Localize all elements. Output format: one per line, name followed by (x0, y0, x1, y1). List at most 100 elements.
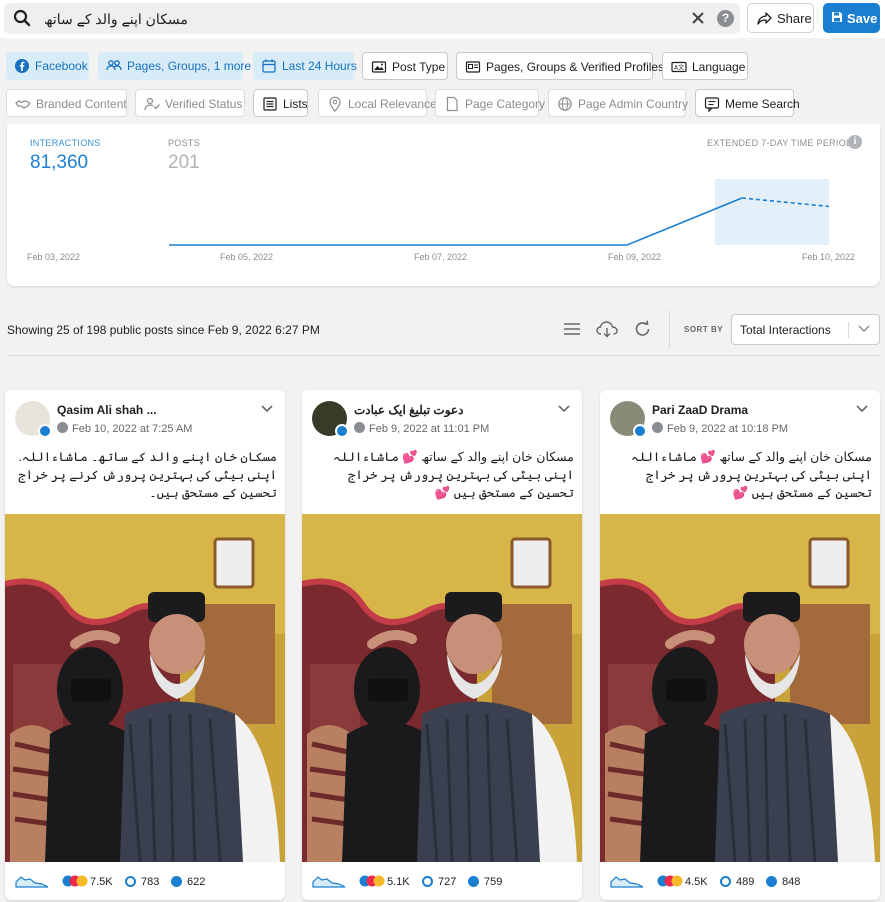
sort-by-label: SORT BY (684, 325, 724, 334)
share-icon (766, 876, 777, 887)
post-card[interactable]: Pari ZaaD Drama Feb 9, 2022 at 10:18 PM … (600, 390, 880, 900)
sparkline[interactable] (15, 874, 49, 888)
filter-verified-profiles[interactable]: Pages, Groups & Verified Profiles (456, 52, 664, 80)
globe-icon (57, 422, 68, 433)
list-icon (263, 97, 277, 111)
post-card[interactable]: Qasim Ali shah ... Feb 10, 2022 at 7:25 … (5, 390, 285, 900)
document-icon (446, 96, 458, 112)
map-pin-icon (329, 96, 341, 112)
comments-count: 727 (438, 876, 457, 888)
page-badge-icon (38, 424, 52, 438)
post-text: مسکان خان اپنے والد کے ساتھ۔ ماشاءاللہ. … (18, 450, 277, 500)
search-icon (13, 9, 31, 27)
top-bar: مسکان اپنے والد کے ساتھ ? Share Save (0, 0, 885, 38)
globe-icon (354, 422, 365, 433)
post-date[interactable]: Feb 9, 2022 at 10:18 PM (652, 422, 788, 435)
post-photo[interactable] (5, 514, 285, 862)
post-card[interactable]: دعوت تبلیغ ایک عبادت Feb 9, 2022 at 11:0… (302, 390, 582, 900)
page-badge-icon (633, 424, 647, 438)
filter-branded-content[interactable]: Branded Content (6, 89, 127, 117)
toolbar-divider (669, 310, 670, 348)
floppy-disk-icon (832, 12, 842, 22)
reactions-count: 5.1K (387, 876, 410, 888)
user-check-icon (144, 97, 160, 111)
calendar-icon (262, 59, 276, 73)
x-tick-label: Feb 10, 2022 (802, 252, 856, 262)
handshake-icon (15, 100, 31, 109)
sparkline[interactable] (312, 874, 346, 888)
page-badge-icon (335, 424, 349, 438)
x-tick-label: Feb 09, 2022 (608, 252, 662, 262)
reactions-count: 4.5K (685, 876, 708, 888)
id-card-icon (465, 61, 481, 73)
filter-local-relevance[interactable]: Local Relevance (318, 89, 437, 117)
help-icon[interactable]: ? (717, 10, 734, 27)
filter-lists[interactable]: Lists (253, 89, 308, 117)
post-text: مسکان خان اپنے والد کے ساتھ 💕 ماشاءاللہ … (332, 450, 574, 500)
comment-icon (125, 876, 136, 887)
reactions-count: 7.5K (90, 876, 113, 888)
post-text: مسکان خان اپنے والد کے ساتھ 💕 ماشاءاللہ … (630, 450, 872, 500)
chevron-down-icon[interactable] (558, 405, 570, 413)
meme-icon (704, 97, 720, 112)
share-label: Share (777, 11, 812, 26)
share-icon (468, 876, 479, 887)
shares-count: 848 (782, 876, 801, 888)
facebook-icon (15, 59, 29, 73)
share-icon (757, 12, 772, 25)
download-cloud-icon[interactable] (596, 320, 618, 338)
chevron-down-icon (858, 325, 870, 333)
share-icon (171, 876, 182, 887)
x-tick-label: Feb 07, 2022 (414, 252, 468, 262)
x-tick-label: Feb 03, 2022 (27, 252, 81, 262)
language-icon: A文 (671, 61, 687, 73)
list-view-icon[interactable] (562, 320, 582, 338)
photo-icon (371, 61, 387, 73)
globe-icon (652, 422, 663, 433)
clear-search-icon[interactable] (690, 10, 706, 26)
filter-post-type[interactable]: Post Type (362, 52, 448, 80)
comments-count: 783 (141, 876, 160, 888)
post-date[interactable]: Feb 9, 2022 at 11:01 PM (354, 422, 489, 435)
filter-page-admin-country[interactable]: Page Admin Country (548, 89, 688, 117)
extended-period-highlight (715, 179, 829, 245)
filter-language[interactable]: A文 Language (662, 52, 748, 80)
results-count: Showing 25 of 198 public posts since Feb… (7, 323, 320, 337)
filter-time-range[interactable]: Last 24 Hours (253, 52, 357, 80)
sort-select[interactable]: Total Interactions (731, 314, 880, 345)
post-photo[interactable] (600, 514, 880, 862)
page-name[interactable]: دعوت تبلیغ ایک عبادت (354, 403, 463, 417)
filter-verified-status[interactable]: Verified Status (135, 89, 245, 117)
refresh-icon[interactable] (633, 320, 653, 338)
sparkline[interactable] (610, 874, 644, 888)
shares-count: 759 (484, 876, 503, 888)
save-button[interactable]: Save (823, 3, 880, 33)
filter-facebook[interactable]: Facebook (6, 52, 89, 80)
filter-pages-groups[interactable]: Pages, Groups, 1 more (98, 52, 251, 80)
chevron-down-icon[interactable] (261, 405, 273, 413)
reactions-icon (62, 875, 88, 887)
x-tick-label: Feb 05, 2022 (220, 252, 274, 262)
divider (7, 355, 880, 356)
post-metrics: 5.1K 727 759 (302, 862, 582, 900)
post-metrics: 7.5K 783 622 (5, 862, 285, 900)
comment-icon (720, 876, 731, 887)
search-input[interactable]: مسکان اپنے والد کے ساتھ (44, 11, 188, 28)
share-button[interactable]: Share (747, 3, 814, 33)
chevron-down-icon[interactable] (856, 405, 868, 413)
comments-count: 489 (736, 876, 755, 888)
filter-meme-search[interactable]: Meme Search (695, 89, 800, 117)
people-icon (106, 60, 122, 71)
search-bar[interactable]: مسکان اپنے والد کے ساتھ ? (4, 3, 740, 34)
svg-text:A文: A文 (674, 64, 684, 72)
comment-icon (422, 876, 433, 887)
sort-select-value: Total Interactions (740, 323, 831, 337)
post-date[interactable]: Feb 10, 2022 at 7:25 AM (57, 422, 192, 435)
globe-icon (558, 97, 572, 111)
post-photo[interactable] (302, 514, 582, 862)
series-line (169, 197, 743, 246)
save-label: Save (847, 11, 878, 26)
page-name[interactable]: Pari ZaaD Drama (652, 403, 748, 417)
page-name[interactable]: Qasim Ali shah ... (57, 403, 157, 417)
filter-page-category[interactable]: Page Category (435, 89, 545, 117)
